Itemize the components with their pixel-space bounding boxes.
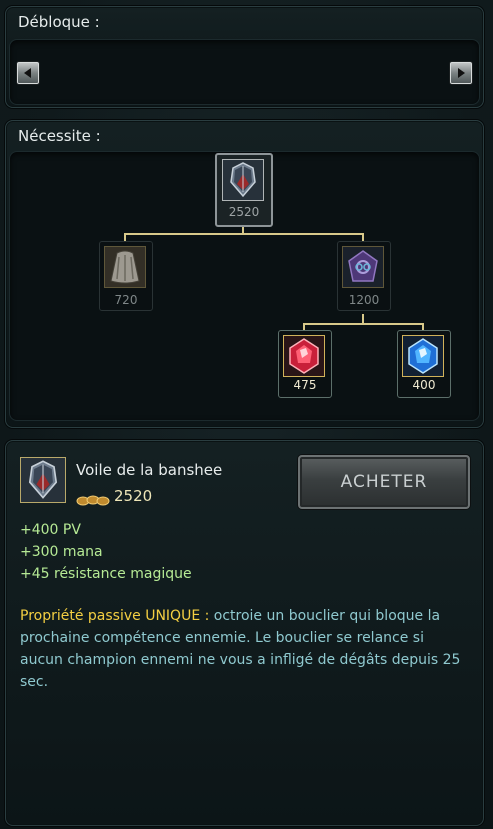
gold-coins-icon [76,491,112,506]
recipe-component-amulet-price: 1200 [348,293,380,307]
buy-button[interactable]: ACHETER [298,455,470,509]
item-detail-panel: Voile de la banshee 2520 ACHETER +400 PV… [5,440,484,826]
ruby-crystal-icon [283,335,325,377]
amulet-icon [342,246,384,288]
recipe-component-ruby-crystal-price: 475 [293,378,317,392]
sapphire-crystal-icon [402,335,444,377]
unlocks-title: Débloque : [18,13,100,31]
item-stats: +400 PV +300 mana +45 résistance magique [20,519,192,585]
recipe-component-cloak-price: 720 [114,293,138,307]
scroll-left-button[interactable] [16,61,40,85]
item-name: Voile de la banshee [76,461,223,479]
recipe-tree: 2520 720 1200 475 400 [9,151,480,421]
passive-label: Propriété passive UNIQUE : [20,608,210,624]
recipe-component-ruby-crystal[interactable]: 475 [278,330,332,398]
stat-line: +300 mana [20,544,103,560]
scroll-right-button[interactable] [449,61,473,85]
unlocks-panel: Débloque : [5,6,484,108]
recipe-component-amulet[interactable]: 1200 [337,241,391,311]
recipe-component-sapphire-crystal-price: 400 [412,378,436,392]
recipe-root-item[interactable]: 2520 [215,153,273,227]
requires-panel: Nécessite : 2520 720 1200 475 400 [5,120,484,428]
item-passive-description: Propriété passive UNIQUE : octroie un bo… [20,605,470,693]
banshee-veil-icon [222,159,264,201]
banshee-veil-icon [20,457,66,503]
recipe-component-sapphire-crystal[interactable]: 400 [397,330,451,398]
recipe-root-price: 2520 [228,205,260,219]
item-price: 2520 [114,487,153,505]
recipe-component-cloak[interactable]: 720 [99,241,153,311]
cloak-icon [104,246,146,288]
requires-title: Nécessite : [18,127,101,145]
stat-line: +45 résistance magique [20,566,192,582]
unlocks-list [9,39,480,105]
stat-line: +400 PV [20,522,81,538]
